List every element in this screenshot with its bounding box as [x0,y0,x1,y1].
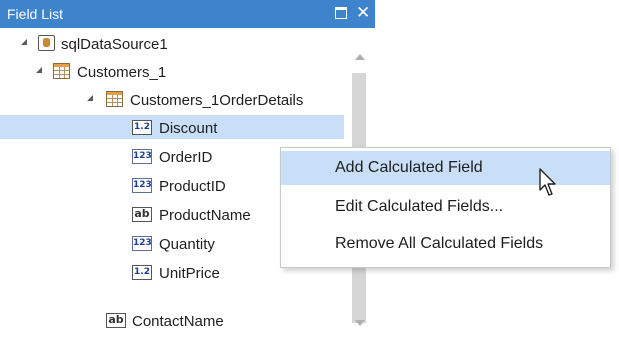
menu-item-label: Edit Calculated Fields... [335,198,504,215]
context-menu: Add Calculated Field Edit Calculated Fie… [280,147,611,268]
tree-node-label: sqlDataSource1 [61,36,168,53]
tree-node-label: Quantity [159,236,215,253]
tree-node-label: OrderID [159,149,213,166]
panel-title: Field List [7,6,64,22]
tree-node-datasource[interactable]: sqlDataSource1 [0,31,344,55]
tree-node-label: ContactName [132,313,224,330]
tree-node-label: Customers_1 [77,64,167,81]
tree-field-discount[interactable]: 1.2 Discount [0,115,344,139]
expanded-arrow-icon[interactable] [21,39,27,45]
table-icon [53,63,70,79]
integer-field-icon: 123 [132,236,152,251]
string-field-icon: ab [132,207,152,222]
decimal-field-icon: 1.2 [132,265,152,280]
tree-node-label: Discount [159,120,218,137]
decimal-field-icon: 1.2 [132,120,152,135]
close-button[interactable]: ✕ [356,3,371,22]
scroll-up-arrow-icon[interactable] [355,54,365,60]
maximize-button[interactable] [335,6,349,20]
tree-node-label: ProductID [159,178,226,195]
database-icon [38,35,55,51]
menu-item-remove-all-calculated-fields[interactable]: Remove All Calculated Fields [281,227,610,261]
mouse-pointer-icon [539,168,556,196]
tree-node-label: Customers_1OrderDetails [130,92,304,109]
tree-field-contactname[interactable]: ab ContactName [0,308,344,332]
integer-field-icon: 123 [132,149,152,164]
string-field-icon: ab [106,313,126,328]
menu-item-label: Remove All Calculated Fields [335,235,544,252]
expanded-arrow-icon[interactable] [36,67,42,73]
tree-node-relation[interactable]: Customers_1OrderDetails [0,87,344,111]
table-icon [106,91,123,107]
expanded-arrow-icon[interactable] [87,95,93,101]
tree-node-table[interactable]: Customers_1 [0,59,344,83]
close-icon: ✕ [356,3,371,22]
maximize-icon [335,7,347,19]
panel-titlebar[interactable]: Field List ✕ [0,0,375,28]
integer-field-icon: 123 [132,178,152,193]
tree-node-label: ProductName [159,207,251,224]
menu-item-label: Add Calculated Field [335,159,483,176]
tree-node-label: UnitPrice [159,265,220,282]
scroll-down-arrow-icon[interactable] [355,320,365,326]
